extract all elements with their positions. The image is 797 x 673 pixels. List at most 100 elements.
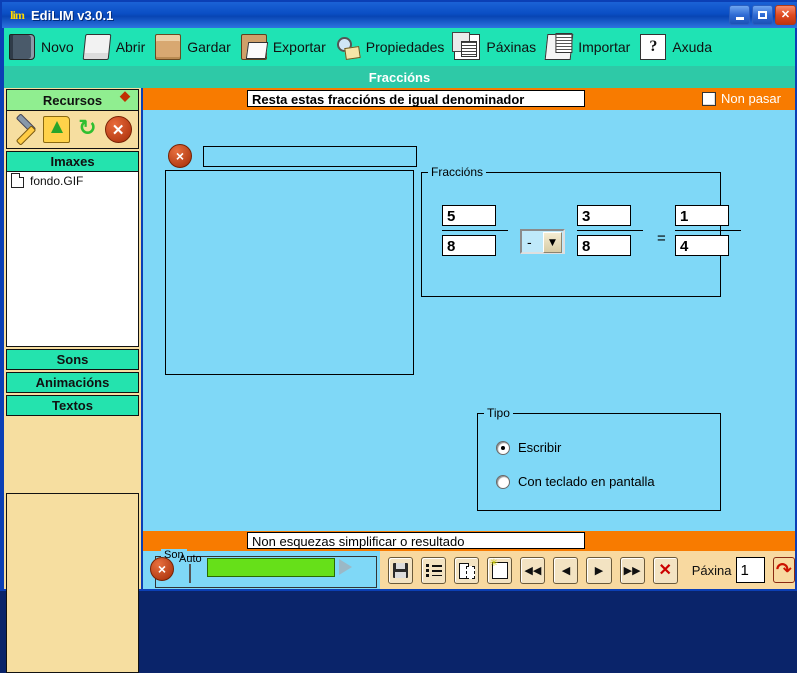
fraction-bar <box>577 230 643 231</box>
resources-header[interactable]: Recursos ◆ <box>6 89 139 111</box>
floppy-icon <box>393 563 408 578</box>
sound-auto-checkbox[interactable] <box>189 564 191 583</box>
toolbar-item-exportar[interactable]: Exportar <box>236 29 331 65</box>
delete-icon[interactable]: ✕ <box>105 116 132 143</box>
non-pasar-group[interactable]: Non pasar <box>702 91 781 106</box>
app-logo-icon: lim <box>8 7 26 23</box>
toolbar-label-importar: Importar <box>578 39 630 55</box>
page-type-title: Fraccións <box>369 70 430 85</box>
window-title: EdiLIM v3.0.1 <box>31 8 113 23</box>
toolbar-label-propiedades: Propiedades <box>366 39 445 55</box>
toolbar-label-novo: Novo <box>41 39 74 55</box>
list-item[interactable]: fondo.GIF <box>7 172 138 189</box>
tipo-option-label-teclado: Con teclado en pantalla <box>518 474 655 489</box>
close-icon: ✕ <box>781 10 790 21</box>
main-toolbar: Novo Abrir Gardar Exportar Propiedades P… <box>4 28 795 68</box>
page-toolbar: ◀◀ ◀ ▶ ▶▶ ✕ Páxina 1 ↷ <box>380 551 795 589</box>
tools-icon[interactable] <box>13 117 38 142</box>
equals-sign: = <box>657 230 666 247</box>
toolbar-item-gardar[interactable]: Gardar <box>150 29 236 65</box>
sound-bar: Son × Auto <box>143 551 380 589</box>
hint-input[interactable]: Non esquezas simplificar o resultado <box>247 532 585 549</box>
chevron-down-icon[interactable]: ▼ <box>543 232 562 253</box>
chevron-updown-icon[interactable]: ◆ <box>120 92 130 100</box>
tipo-option-teclado[interactable]: Con teclado en pantalla <box>496 474 655 489</box>
image-delete-button[interactable]: × <box>168 144 192 168</box>
refresh-page-button[interactable]: ↷ <box>773 557 796 583</box>
operator-select[interactable]: - ▼ <box>520 229 565 254</box>
new-page-button[interactable] <box>487 557 512 584</box>
new-page-icon <box>492 562 508 579</box>
images-list[interactable]: fondo.GIF <box>6 172 139 347</box>
export-box-icon <box>241 34 267 60</box>
open-folder-icon <box>82 34 111 60</box>
last-page-button[interactable]: ▶▶ <box>620 557 645 584</box>
fraction-bar <box>675 230 741 231</box>
image-preview-area[interactable] <box>165 170 414 375</box>
page-number-input[interactable]: 1 <box>736 557 764 583</box>
prev-page-button[interactable]: ◀ <box>553 557 578 584</box>
title-bar: lim EdiLIM v3.0.1 ✕ <box>2 2 797 28</box>
sidebar-section-imaxes[interactable]: Imaxes <box>6 151 139 172</box>
sidebar-section-label-imaxes: Imaxes <box>50 154 94 169</box>
operand2-denominator-input[interactable]: 8 <box>577 235 631 256</box>
close-button[interactable]: ✕ <box>775 5 796 25</box>
pages-icon <box>454 34 480 60</box>
tipo-option-escribir[interactable]: Escribir <box>496 440 561 455</box>
non-pasar-checkbox[interactable] <box>702 92 716 106</box>
page-list-button[interactable] <box>421 557 446 584</box>
tipo-group: Tipo Escribir Con teclado en pantalla <box>477 413 721 511</box>
image-name-input[interactable] <box>203 146 417 167</box>
toolbar-item-paxinas[interactable]: Páxinas <box>449 29 541 65</box>
sidebar-section-sons[interactable]: Sons <box>6 349 139 370</box>
play-icon[interactable] <box>339 559 352 575</box>
operand1-numerator-input[interactable]: 5 <box>442 205 496 226</box>
next-page-button[interactable]: ▶ <box>586 557 611 584</box>
save-page-button[interactable] <box>388 557 413 584</box>
sound-auto-group[interactable]: Auto <box>179 553 202 583</box>
fractions-group: Fraccións 5 8 - ▼ 3 8 = 1 4 <box>421 172 721 297</box>
non-pasar-label: Non pasar <box>721 91 781 106</box>
duplicate-page-button[interactable] <box>454 557 479 584</box>
sidebar-section-animacions[interactable]: Animacións <box>6 372 139 393</box>
operand1-denominator-input[interactable]: 8 <box>442 235 496 256</box>
sidebar-section-textos[interactable]: Textos <box>6 395 139 416</box>
toolbar-label-exportar: Exportar <box>273 39 326 55</box>
x-icon: ✕ <box>658 560 671 580</box>
prev-icon: ◀ <box>562 564 570 577</box>
tipo-option-label-escribir: Escribir <box>518 440 561 455</box>
result-denominator-input[interactable]: 4 <box>675 235 729 256</box>
radio-teclado[interactable] <box>496 475 510 489</box>
next-icon: ▶ <box>595 564 603 577</box>
toolbar-item-propiedades[interactable]: Propiedades <box>331 29 450 65</box>
minimize-button[interactable] <box>729 5 750 25</box>
toolbar-item-novo[interactable]: Novo <box>4 29 79 65</box>
radio-escribir[interactable] <box>496 441 510 455</box>
sound-file-input[interactable] <box>207 558 335 577</box>
maximize-button[interactable] <box>752 5 773 25</box>
result-numerator-input[interactable]: 1 <box>675 205 729 226</box>
sidebar-section-label-animacions: Animacións <box>36 375 110 390</box>
import-pages-icon <box>545 34 574 60</box>
toolbar-label-gardar: Gardar <box>187 39 231 55</box>
first-page-button[interactable]: ◀◀ <box>520 557 545 584</box>
sidebar-section-label-textos: Textos <box>52 398 93 413</box>
resources-sidebar: Recursos ◆ ↻ ✕ Imaxes fondo.GIF Sons Ani… <box>4 88 143 589</box>
question-input[interactable]: Resta estas fraccións de igual denominad… <box>247 90 585 107</box>
toolbar-item-axuda[interactable]: ? Axuda <box>635 29 717 65</box>
sound-delete-button[interactable]: × <box>150 557 174 581</box>
magnify-pencil-icon <box>336 35 360 59</box>
refresh-icon[interactable]: ↻ <box>75 117 100 142</box>
toolbar-item-importar[interactable]: Importar <box>541 29 635 65</box>
hint-bar: Non esquezas simplificar o resultado <box>143 531 795 551</box>
delete-page-button[interactable]: ✕ <box>653 557 678 584</box>
open-folder-icon[interactable] <box>43 116 70 143</box>
minimize-icon <box>736 17 744 20</box>
toolbar-item-abrir[interactable]: Abrir <box>79 29 151 65</box>
question-mark-icon: ? <box>640 34 666 60</box>
operand2-numerator-input[interactable]: 3 <box>577 205 631 226</box>
file-icon <box>11 173 24 188</box>
toolbar-label-axuda: Axuda <box>672 39 712 55</box>
fraction-operand-2: 3 8 <box>577 205 643 256</box>
sidebar-empty-panel <box>6 493 139 673</box>
